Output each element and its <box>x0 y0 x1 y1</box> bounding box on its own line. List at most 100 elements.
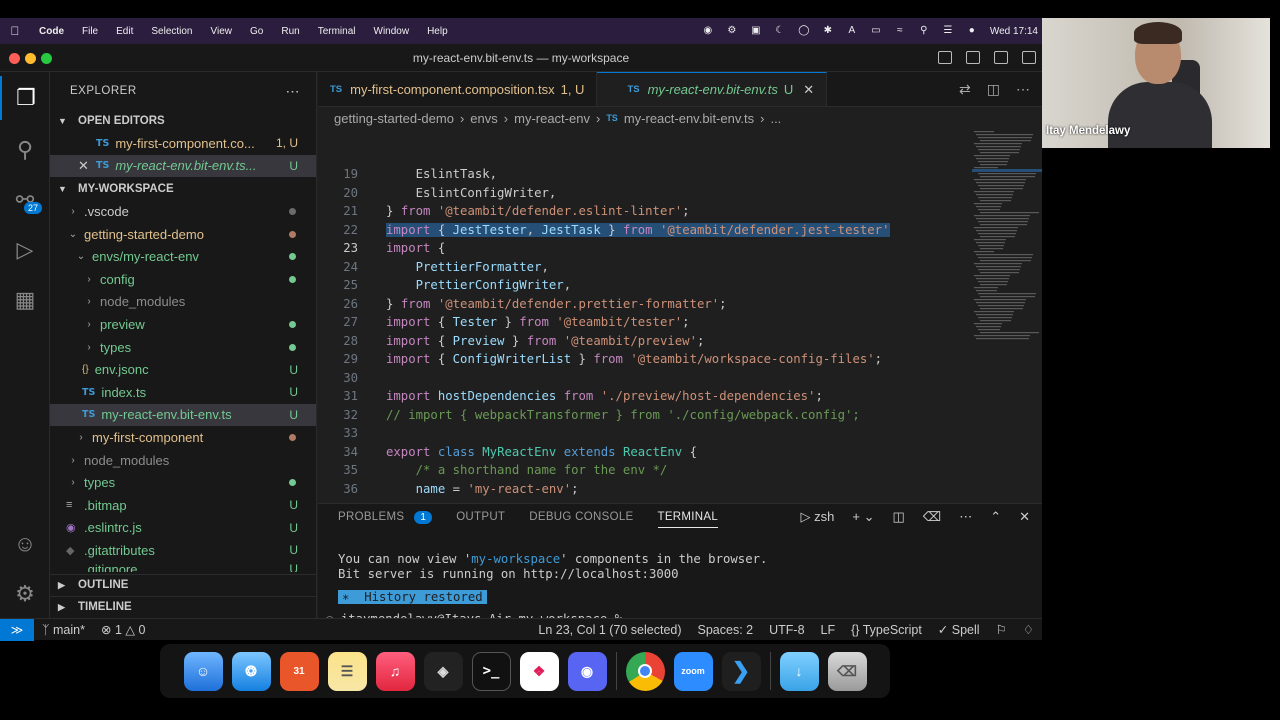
terminal[interactable]: You can now view 'my-workspace' componen… <box>318 552 1042 627</box>
tree-folder-config[interactable]: › config <box>50 268 316 291</box>
language-mode[interactable]: {} TypeScript <box>843 623 930 637</box>
code-editor[interactable]: 19 EslintTask, 20 EslintConfigWriter, 21} … <box>318 162 1042 506</box>
zoom-window-button[interactable] <box>41 53 52 64</box>
close-tab-icon[interactable]: ✕ <box>803 82 814 98</box>
open-editor-item[interactable]: TS my-first-component.co... 1, U <box>50 132 316 155</box>
battery-icon[interactable]: ▭ <box>870 25 882 37</box>
timeline-section[interactable]: ▶ TIMELINE <box>50 595 316 618</box>
tree-folder-getting-started-demo[interactable]: ⌄ getting-started-demo <box>50 223 316 246</box>
tree-file-eslintrc[interactable]: ◉ .eslintrc.js U <box>50 517 316 540</box>
code-line[interactable]: 20 EslintConfigWriter, <box>318 184 978 203</box>
tree-folder-my-first-component[interactable]: › my-first-component <box>50 426 316 449</box>
toggle-sidebar-icon[interactable] <box>938 51 952 64</box>
split-editor-icon[interactable]: ◫ <box>987 81 1000 98</box>
tree-folder-node-modules-root[interactable]: › node_modules <box>50 449 316 472</box>
tree-file-index-ts[interactable]: TS index.ts U <box>50 381 316 404</box>
more-actions-icon[interactable]: ⋯ <box>959 509 972 525</box>
search-icon[interactable]: ⚲ <box>0 128 50 172</box>
breadcrumb-item[interactable]: ... <box>770 111 781 126</box>
close-panel-icon[interactable]: ✕ <box>1019 509 1030 525</box>
chrome-icon[interactable] <box>625 651 665 691</box>
safari-icon[interactable]: ❂ <box>231 651 271 691</box>
tab-bit-env[interactable]: TS my-react-env.bit-env.ts U ✕ <box>597 72 828 106</box>
airplay-icon[interactable]: ▣ <box>750 25 762 37</box>
code-line[interactable]: 28 import { Preview } from '@teambit/prev… <box>318 332 978 351</box>
outline-section[interactable]: ▶ OUTLINE <box>50 573 316 596</box>
compare-changes-icon[interactable]: ⇄ <box>959 81 971 98</box>
trash-icon[interactable]: ⌫ <box>827 651 867 691</box>
encoding[interactable]: UTF-8 <box>761 623 812 637</box>
tab-composition[interactable]: TS my-first-component.composition.tsx 1,… <box>318 72 598 106</box>
code-line[interactable]: 22 import { JestTester, JestTask } from '… <box>318 221 978 240</box>
wifi-icon[interactable]: ≈ <box>894 25 906 37</box>
tree-folder-types-root[interactable]: › types <box>50 471 316 494</box>
code-line[interactable]: 32 // import { webpackTransformer } from … <box>318 406 978 425</box>
breadcrumb-item[interactable]: getting-started-demo <box>334 111 454 126</box>
tree-folder-types[interactable]: › types <box>50 336 316 359</box>
menu-clock[interactable]: Wed 17:14 <box>990 26 1038 37</box>
tree-folder-vscode[interactable]: › .vscode <box>50 200 316 223</box>
customize-layout-icon[interactable] <box>1022 51 1036 64</box>
menu-edit[interactable]: Edit <box>107 26 142 37</box>
more-actions-icon[interactable]: ⋯ <box>286 83 301 100</box>
code-line[interactable]: 21} from '@teambit/defender.eslint-linte… <box>318 202 978 221</box>
end-of-line[interactable]: LF <box>813 623 844 637</box>
toggle-panel-icon[interactable] <box>966 51 980 64</box>
code-line[interactable]: 26} from '@teambit/defender.prettier-for… <box>318 295 978 314</box>
breadcrumb-item[interactable]: my-react-env.bit-env.ts <box>624 111 754 126</box>
vscode-icon[interactable]: ❯ <box>721 651 761 691</box>
split-terminal-icon[interactable]: ◫ <box>893 509 905 525</box>
remote-icon[interactable]: ≫ <box>0 618 34 641</box>
code-line[interactable]: 23 import { <box>318 239 978 258</box>
toggle-secondary-sidebar-icon[interactable] <box>994 51 1008 64</box>
spell-check[interactable]: ✓ Spell <box>930 622 988 637</box>
code-line[interactable]: 31 import hostDependencies from './previe… <box>318 387 978 406</box>
bluetooth-icon[interactable]: ✱ <box>822 25 834 37</box>
tree-file-gitattributes[interactable]: ◆ .gitattributes U <box>50 539 316 562</box>
account-icon[interactable]: ☺ <box>0 522 50 566</box>
more-actions-icon[interactable]: ⋯ <box>1016 81 1030 98</box>
open-editors-section[interactable]: ▼ OPEN EDITORS <box>50 110 316 132</box>
input-source-icon[interactable]: A <box>846 25 858 37</box>
workspace-section[interactable]: ▼ MY-WORKSPACE <box>50 178 316 200</box>
slack-icon[interactable]: ❖ <box>519 651 559 691</box>
close-icon[interactable]: ✕ <box>78 158 96 174</box>
feedback-icon[interactable]: ⚐ <box>988 622 1015 637</box>
tree-folder-envs-my-react-env[interactable]: ⌄ envs/my-react-env <box>50 245 316 268</box>
run-debug-icon[interactable]: ▷ <box>0 228 50 272</box>
discord-icon[interactable]: ◉ <box>567 651 607 691</box>
code-line[interactable]: 34 export class MyReactEnv extends ReactE… <box>318 443 978 462</box>
problems-indicator[interactable]: ⊗ 1 △ 0 <box>93 622 153 637</box>
branch-indicator[interactable]: ᛉ main* <box>34 623 93 637</box>
accessibility-icon[interactable]: ◉ <box>702 25 714 37</box>
moon-icon[interactable]: ☾ <box>774 25 786 37</box>
code-line[interactable]: 25 PrettierConfigWriter, <box>318 276 978 295</box>
music-icon[interactable]: ♫ <box>375 651 415 691</box>
gear-icon[interactable]: ⚙ <box>726 25 738 37</box>
explorer-icon[interactable]: ❐ <box>0 76 50 120</box>
menu-app-name[interactable]: Code <box>30 26 73 37</box>
menu-help[interactable]: Help <box>418 26 457 37</box>
new-terminal-icon[interactable]: + ⌄ <box>852 509 874 525</box>
minimize-window-button[interactable] <box>25 53 36 64</box>
search-icon[interactable]: ⚲ <box>918 25 930 37</box>
control-center-icon[interactable]: ☰ <box>942 25 954 37</box>
notes-icon[interactable]: ☰ <box>327 651 367 691</box>
code-line[interactable]: 24 PrettierFormatter, <box>318 258 978 277</box>
minimap[interactable] <box>972 129 1042 473</box>
code-line[interactable]: 35 /* a shorthand name for the env */ <box>318 461 978 480</box>
code-line[interactable]: 36 name = 'my-react-env'; <box>318 480 978 499</box>
tab-terminal[interactable]: TERMINAL <box>657 511 719 528</box>
menu-run[interactable]: Run <box>272 26 308 37</box>
menu-window[interactable]: Window <box>365 26 419 37</box>
calendar-icon[interactable]: 31 <box>279 651 319 691</box>
tree-file-gitignore[interactable]: .gitignore U <box>50 562 316 572</box>
zoom-icon[interactable]: zoom <box>673 651 713 691</box>
source-control-icon[interactable]: ⚯ 27 <box>0 178 50 222</box>
layers-app-icon[interactable]: ◈ <box>423 651 463 691</box>
terminal-app-icon[interactable]: >_ <box>471 651 511 691</box>
finder-icon[interactable]: ☺ <box>183 651 223 691</box>
code-line[interactable]: 33 <box>318 424 978 443</box>
notifications-bell-icon[interactable]: ♢ <box>1015 622 1042 637</box>
tree-folder-preview[interactable]: › preview <box>50 313 316 336</box>
